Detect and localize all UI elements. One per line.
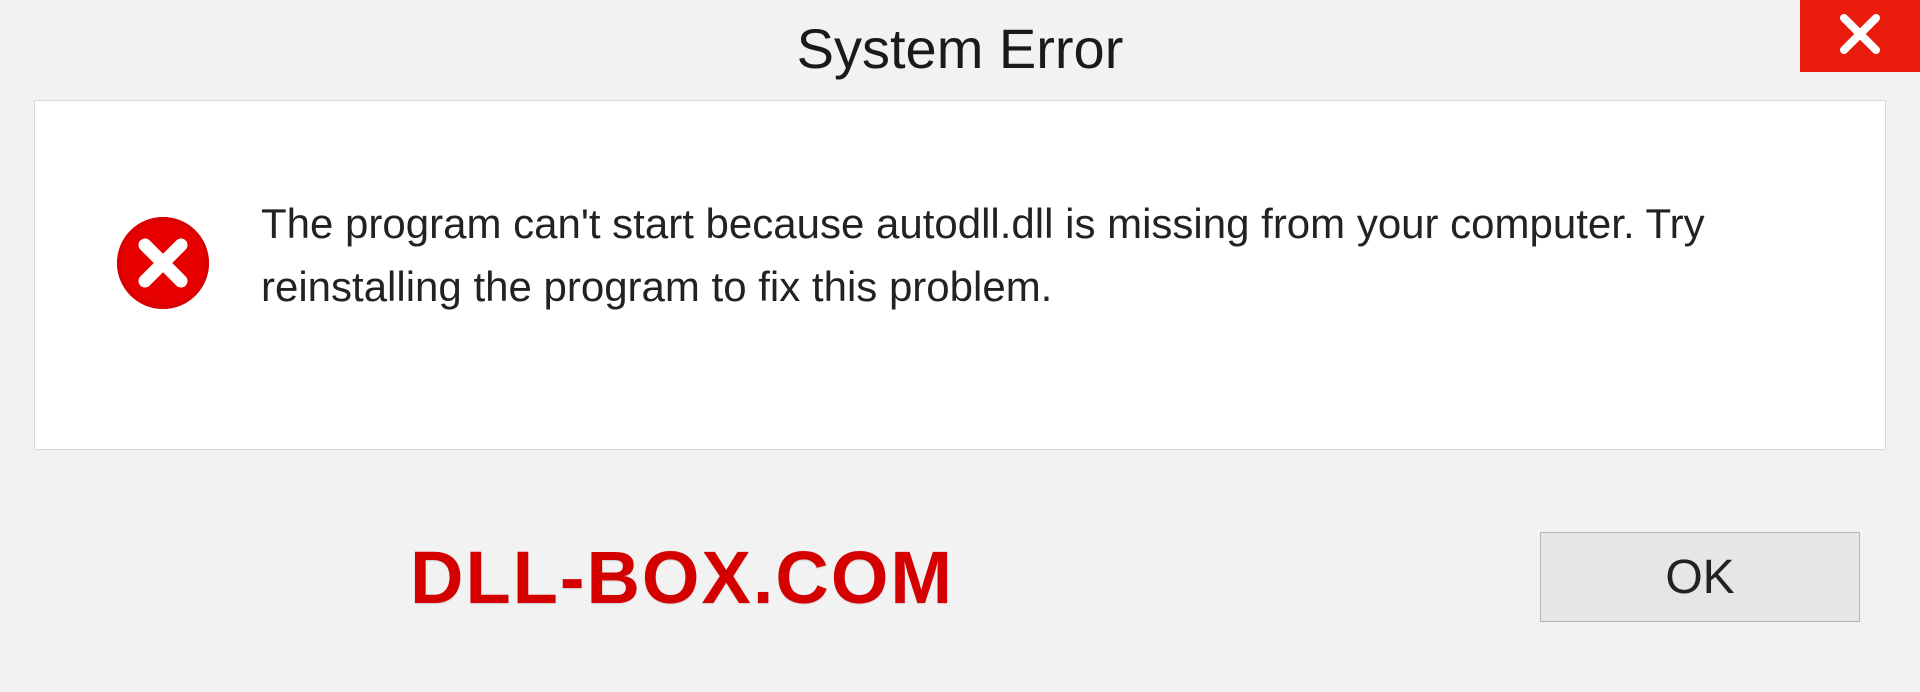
error-message: The program can't start because autodll.…	[261, 192, 1805, 318]
dialog-title: System Error	[797, 16, 1124, 81]
error-icon	[115, 215, 211, 316]
ok-button-label: OK	[1665, 550, 1734, 605]
close-icon	[1838, 12, 1882, 61]
close-button[interactable]	[1800, 0, 1920, 72]
ok-button[interactable]: OK	[1540, 532, 1860, 622]
footer: DLL-BOX.COM OK	[0, 462, 1920, 692]
content-panel: The program can't start because autodll.…	[34, 100, 1886, 450]
titlebar: System Error	[0, 0, 1920, 96]
watermark-text: DLL-BOX.COM	[410, 535, 954, 620]
error-dialog: System Error The program can't start b	[0, 0, 1920, 692]
